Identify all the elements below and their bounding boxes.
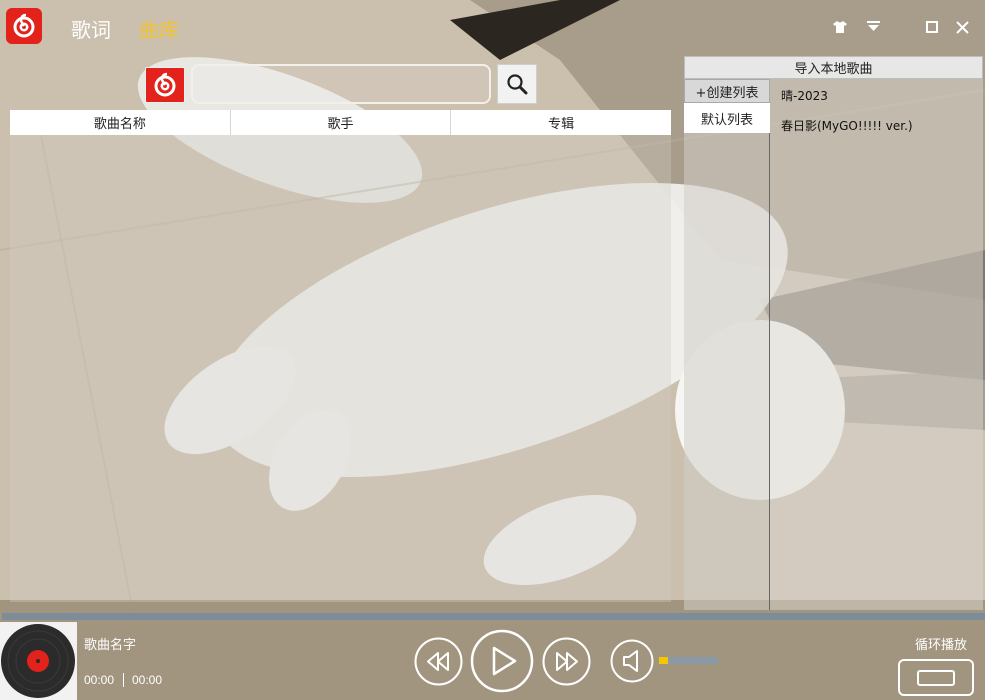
volume-button[interactable] <box>610 639 654 683</box>
tab-library[interactable]: 曲库 <box>139 14 179 43</box>
fast-forward-icon <box>542 637 591 686</box>
rewind-button[interactable] <box>414 637 463 686</box>
playlist-item-default[interactable]: 默认列表 <box>684 103 770 133</box>
maximize-icon <box>926 21 938 33</box>
time-divider <box>123 673 124 687</box>
volume-icon <box>610 639 654 683</box>
loop-mode-icon <box>917 670 955 686</box>
create-playlist-button[interactable]: +创建列表 <box>684 79 770 103</box>
column-header-song-name[interactable]: 歌曲名称 <box>10 110 231 135</box>
album-art <box>0 622 77 700</box>
table-header: 歌曲名称 歌手 专辑 <box>10 110 671 135</box>
list-item[interactable]: 晴-2023 <box>770 79 983 109</box>
play-icon <box>470 629 534 693</box>
column-header-album[interactable]: 专辑 <box>451 110 671 135</box>
search-input[interactable] <box>191 64 491 104</box>
playlist-panel: 导入本地歌曲 +创建列表 默认列表 晴-2023 春日影(MyGO!!!!! v… <box>684 56 983 610</box>
search-icon <box>507 74 528 95</box>
maximize-button[interactable] <box>920 14 944 40</box>
netease-logo-icon <box>13 13 35 38</box>
play-mode-button[interactable] <box>898 659 974 696</box>
vinyl-record-icon <box>1 624 75 698</box>
close-button[interactable] <box>950 14 974 40</box>
shirt-icon <box>833 21 847 33</box>
local-song-list: 晴-2023 春日影(MyGO!!!!! ver.) <box>770 79 983 610</box>
column-header-artist[interactable]: 歌手 <box>231 110 452 135</box>
netease-logo-icon <box>154 72 176 97</box>
play-button[interactable] <box>470 629 534 693</box>
song-table: 歌曲名称 歌手 专辑 <box>10 110 671 602</box>
menu-button[interactable] <box>861 14 885 40</box>
tab-lyrics[interactable]: 歌词 <box>71 14 111 43</box>
table-body[interactable] <box>10 135 671 602</box>
playback-progress-bar[interactable] <box>2 613 985 620</box>
search-button[interactable] <box>497 64 537 104</box>
close-icon <box>955 20 969 34</box>
rewind-icon <box>414 637 463 686</box>
dropdown-menu-icon <box>866 21 880 31</box>
list-item[interactable]: 春日影(MyGO!!!!! ver.) <box>770 109 983 139</box>
current-time: 00:00 <box>84 673 115 687</box>
fast-forward-button[interactable] <box>542 637 591 686</box>
volume-slider[interactable] <box>659 657 718 664</box>
song-title: 歌曲名字 <box>84 638 137 653</box>
netease-search-logo[interactable] <box>145 67 185 103</box>
skin-button[interactable] <box>828 14 852 40</box>
playlist-list: +创建列表 默认列表 <box>684 79 770 610</box>
volume-level-fill <box>659 657 668 664</box>
total-time: 00:00 <box>132 673 163 687</box>
import-local-songs-button[interactable]: 导入本地歌曲 <box>684 56 983 79</box>
app-logo <box>6 8 42 44</box>
play-mode-label: 循环播放 <box>915 638 968 653</box>
